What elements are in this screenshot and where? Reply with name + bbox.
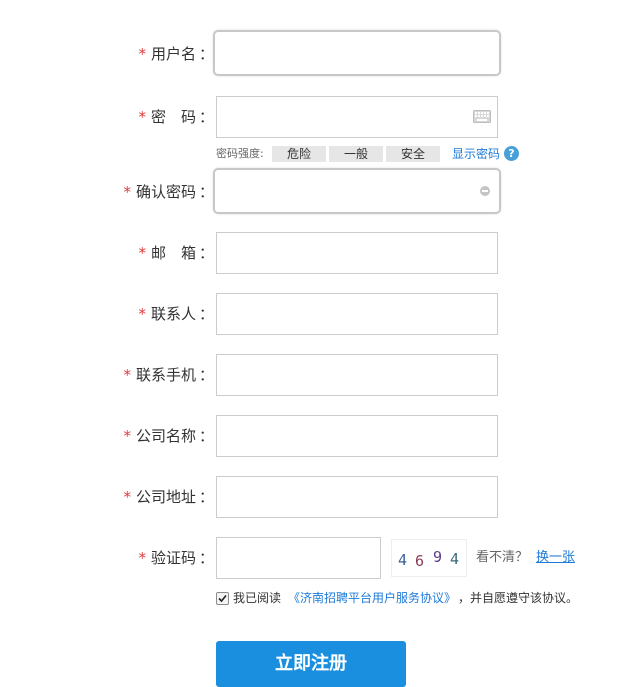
required-mark: * bbox=[138, 305, 146, 323]
confirm-password-label: * 确认密码： bbox=[123, 183, 214, 201]
required-mark: * bbox=[138, 244, 146, 262]
company-input[interactable] bbox=[216, 415, 498, 457]
confirm-password-row: * 确认密码： bbox=[0, 168, 620, 214]
password-label: * 密 码： bbox=[138, 108, 214, 126]
required-mark: * bbox=[123, 427, 131, 445]
show-password-link[interactable]: 显示密码 bbox=[452, 146, 500, 162]
agreement-suffix: ，并自愿遵守该协议。 bbox=[458, 591, 579, 605]
contact-row: * 联系人： bbox=[0, 293, 620, 335]
email-row: * 邮 箱： bbox=[0, 232, 620, 274]
captcha-image[interactable]: 4 6 9 4 bbox=[391, 539, 467, 577]
required-mark: * bbox=[138, 45, 146, 63]
address-input[interactable] bbox=[216, 476, 498, 518]
email-input[interactable] bbox=[216, 232, 498, 274]
company-label: * 公司名称： bbox=[123, 427, 214, 445]
email-label: * 邮 箱： bbox=[138, 244, 214, 262]
username-input[interactable] bbox=[213, 30, 501, 76]
mobile-row: * 联系手机： bbox=[0, 354, 620, 396]
keyboard-icon[interactable] bbox=[473, 110, 491, 123]
captcha-digit: 4 bbox=[450, 550, 460, 568]
contact-input[interactable] bbox=[216, 293, 498, 335]
help-icon[interactable]: ? bbox=[504, 146, 519, 161]
captcha-label: * 验证码： bbox=[138, 549, 214, 567]
strength-level-danger: 危险 bbox=[272, 146, 326, 162]
strength-level-medium: 一般 bbox=[329, 146, 383, 162]
address-row: * 公司地址： bbox=[0, 476, 620, 518]
captcha-digit: 6 bbox=[415, 552, 425, 570]
password-input[interactable] bbox=[216, 96, 498, 138]
address-label: * 公司地址： bbox=[123, 488, 214, 506]
company-row: * 公司名称： bbox=[0, 415, 620, 457]
password-strength: 密码强度: bbox=[216, 146, 264, 162]
required-mark: * bbox=[123, 183, 131, 201]
register-button[interactable]: 立即注册 bbox=[216, 641, 406, 687]
contact-label: * 联系人： bbox=[138, 305, 214, 323]
agreement-link[interactable]: 《济南招聘平台用户服务协议》 bbox=[288, 590, 456, 606]
check-icon bbox=[218, 594, 227, 603]
required-mark: * bbox=[138, 549, 146, 567]
captcha-refresh-link[interactable]: 换一张 bbox=[536, 537, 575, 579]
confirm-password-input[interactable] bbox=[213, 168, 501, 214]
captcha-hint: 看不清？ bbox=[476, 550, 529, 565]
mobile-label: * 联系手机： bbox=[123, 366, 214, 384]
captcha-row: * 验证码： 4 6 9 4 看不清？ 换一张 bbox=[0, 537, 620, 579]
required-mark: * bbox=[123, 488, 131, 506]
agreement-prefix: 我已阅读 bbox=[233, 591, 282, 605]
required-mark: * bbox=[138, 108, 146, 126]
clear-icon[interactable] bbox=[480, 186, 490, 196]
password-row: * 密 码： bbox=[0, 96, 620, 138]
captcha-digit: 4 bbox=[398, 551, 408, 569]
mobile-input[interactable] bbox=[216, 354, 498, 396]
strength-label: 密码强度: bbox=[216, 147, 264, 160]
required-mark: * bbox=[123, 366, 131, 384]
strength-level-safe: 安全 bbox=[386, 146, 440, 162]
username-row: * 用户名： bbox=[0, 30, 620, 76]
agreement-checkbox[interactable] bbox=[216, 592, 229, 605]
username-label: * 用户名： bbox=[138, 45, 214, 63]
captcha-input[interactable] bbox=[216, 537, 381, 579]
captcha-digit: 9 bbox=[433, 548, 443, 566]
